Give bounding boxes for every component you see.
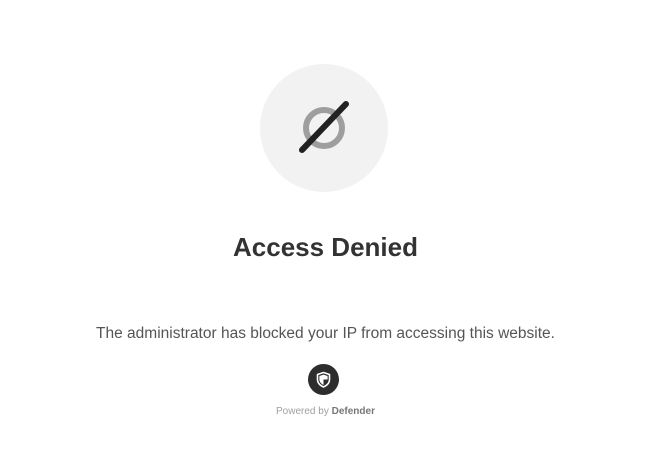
prohibited-circle-icon — [299, 101, 349, 153]
blocked-message: The administrator has blocked your IP fr… — [96, 325, 555, 342]
page-title: Access Denied — [233, 232, 418, 262]
access-denied-page: Access Denied The administrator has bloc… — [0, 0, 651, 473]
defender-logo — [308, 364, 339, 395]
brand-name: Defender — [331, 406, 375, 417]
powered-by: Powered by Defender — [0, 404, 651, 420]
blocked-icon-container — [260, 64, 388, 192]
shield-icon — [316, 371, 331, 388]
powered-by-label: Powered by — [276, 406, 329, 417]
